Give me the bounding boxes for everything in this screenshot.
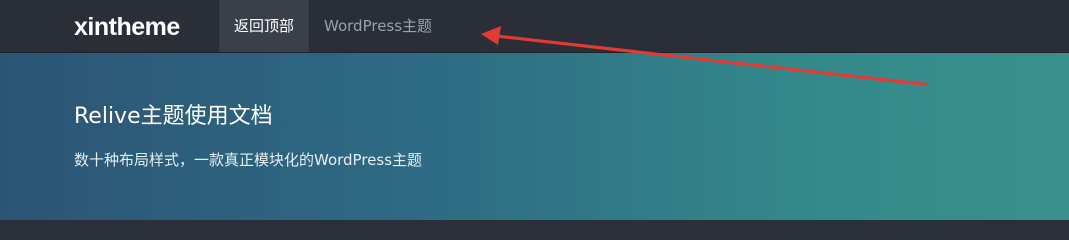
page-subtitle: 数十种布局样式，一款真正模块化的WordPress主题	[74, 151, 423, 169]
nav-item-wordpress-themes[interactable]: WordPress主题	[309, 0, 447, 52]
top-nav-bar: xintheme 返回顶部 WordPress主题	[0, 0, 1069, 53]
nav-item-back-to-top[interactable]: 返回顶部	[219, 0, 310, 52]
main-nav: 返回顶部 WordPress主题	[219, 0, 447, 52]
page-title: Relive主题使用文档	[74, 104, 273, 129]
hero-banner: Relive主题使用文档 数十种布局样式，一款真正模块化的WordPress主题	[0, 53, 1069, 220]
site-logo[interactable]: xintheme	[74, 12, 180, 42]
